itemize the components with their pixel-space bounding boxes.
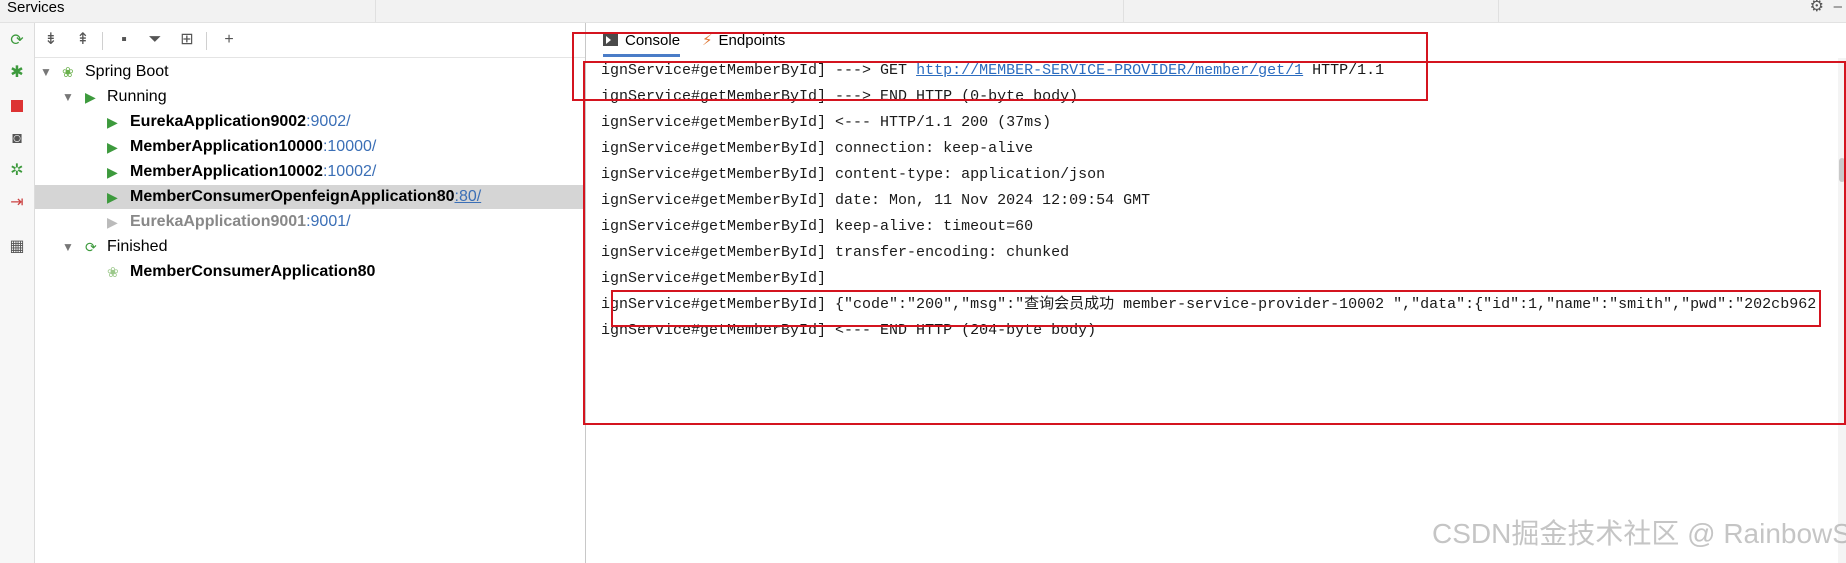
- layout-icon[interactable]: ▦: [7, 237, 27, 257]
- spring-boot-icon: ❀: [62, 64, 74, 80]
- left-toolbar: ⟳ ✱ ◙ ✲ ⇥ ▦: [0, 23, 35, 563]
- run-icon: ▶: [107, 139, 118, 155]
- title-divider: [375, 0, 376, 22]
- tree-node-app[interactable]: ▶ EurekaApplication9002:9002/: [35, 110, 585, 134]
- camera-icon[interactable]: ◙: [7, 129, 27, 149]
- add-icon[interactable]: +: [218, 29, 240, 51]
- run-icon: ▶: [107, 164, 118, 180]
- app-name: MemberApplication10002: [130, 163, 323, 180]
- annotation-box-response: [611, 290, 1821, 327]
- rerun-icon: ⟳: [85, 239, 97, 255]
- tree-node-finished[interactable]: ▼ ⟳ Finished: [35, 235, 585, 259]
- title-bar: Services ⚙ –: [0, 0, 1846, 23]
- tree-node-app-finished[interactable]: ❀ MemberConsumerApplication80: [35, 260, 585, 284]
- app-name: MemberConsumerApplication80: [130, 263, 376, 280]
- filter-icon[interactable]: ⏷: [144, 29, 166, 51]
- app-name: EurekaApplication9001: [130, 213, 307, 230]
- run-icon: ▶: [107, 114, 118, 130]
- window-title: Services: [7, 0, 65, 16]
- app-name: MemberConsumerOpenfeignApplication80: [130, 188, 455, 205]
- collapse-all-icon[interactable]: ⇞: [72, 29, 94, 51]
- chevron-down-icon[interactable]: ▼: [40, 60, 52, 84]
- spring-boot-icon: ❀: [107, 264, 119, 280]
- title-divider: [1123, 0, 1124, 22]
- tree-node-app[interactable]: ▶ MemberApplication10000:10000/: [35, 135, 585, 159]
- tree-node-app[interactable]: ▶ MemberApplication10002:10002/: [35, 160, 585, 184]
- minimize-icon[interactable]: –: [1834, 0, 1842, 14]
- watermark: CSDN掘金技术社区 @ RainbowSea: [1432, 518, 1846, 549]
- port-link[interactable]: :10000/: [323, 138, 376, 155]
- port-link[interactable]: :9002/: [306, 113, 350, 130]
- app-name: MemberApplication10000: [130, 138, 323, 155]
- debug-icon[interactable]: ✱: [7, 63, 27, 83]
- tree-node-label: Spring Boot: [85, 63, 169, 80]
- tree-node-app-inactive[interactable]: ▶ EurekaApplication9001:9001/: [35, 210, 585, 234]
- port-link[interactable]: :80/: [455, 188, 482, 205]
- toolbar-separator: [206, 32, 207, 50]
- annotation-box-log: [583, 61, 1846, 425]
- exit-icon[interactable]: ⇥: [7, 193, 27, 213]
- chevron-down-icon[interactable]: ▼: [62, 235, 74, 259]
- app-name: EurekaApplication9002: [130, 113, 307, 130]
- refresh-icon[interactable]: ⟳: [7, 31, 27, 51]
- tree-node-label: Finished: [107, 238, 168, 255]
- run-icon: ▶: [85, 89, 96, 105]
- bug-restart-icon[interactable]: ✲: [7, 161, 27, 181]
- run-icon: ▶: [107, 214, 118, 230]
- services-tree: ▼ ❀ Spring Boot ▼ ▶ Running ▶ EurekaAppl…: [35, 58, 585, 563]
- expand-all-icon[interactable]: ⇟: [40, 29, 62, 51]
- toolbar-separator: [102, 32, 103, 50]
- new-tab-icon[interactable]: ⊞: [176, 29, 198, 51]
- stop-icon[interactable]: [7, 96, 27, 116]
- port-link[interactable]: :10002/: [323, 163, 376, 180]
- title-divider: [1498, 0, 1499, 22]
- tree-node-running[interactable]: ▼ ▶ Running: [35, 85, 585, 109]
- run-icon: ▶: [107, 189, 118, 205]
- port-link[interactable]: :9001/: [306, 213, 350, 230]
- chevron-down-icon[interactable]: ▼: [62, 85, 74, 109]
- tree-node-label: Running: [107, 88, 167, 105]
- group-icon[interactable]: ▪: [113, 29, 135, 51]
- gear-icon[interactable]: ⚙: [1810, 0, 1824, 15]
- tree-node-app-selected[interactable]: ▶ MemberConsumerOpenfeignApplication80:8…: [35, 185, 585, 209]
- tree-toolbar: ⇟ ⇞ ▪ ⏷ ⊞ +: [35, 23, 585, 58]
- tree-node-spring-boot[interactable]: ▼ ❀ Spring Boot: [35, 60, 585, 84]
